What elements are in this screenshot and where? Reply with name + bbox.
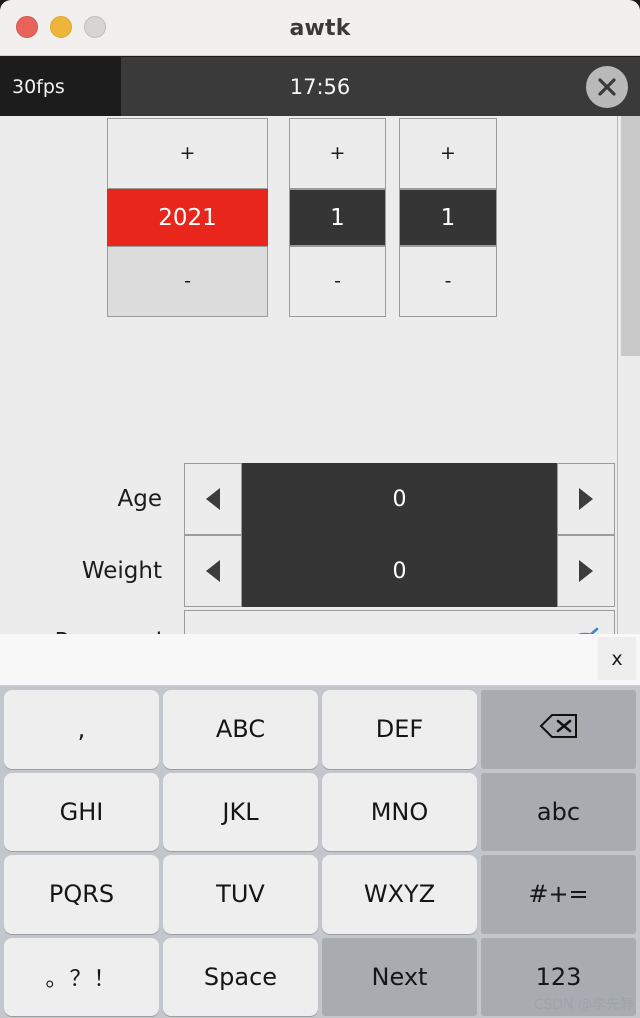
key-lowercase[interactable]: abc	[481, 772, 636, 851]
key-space[interactable]: Space	[163, 937, 318, 1016]
weight-spinbox: 0	[184, 535, 615, 607]
backspace-icon	[539, 712, 579, 746]
eye-off-icon[interactable]	[568, 625, 602, 634]
soft-keyboard: x , ABC DEF GHI JKL MNO abc PQRS TUV WXY…	[0, 634, 640, 1018]
key-punctuation[interactable]: 。？！	[4, 937, 159, 1016]
triangle-right-icon	[579, 488, 593, 510]
age-label: Age	[117, 486, 162, 512]
triangle-left-icon	[206, 488, 220, 510]
key-numbers[interactable]: 123	[481, 937, 636, 1016]
date-spinner-group: + 2021 - + 1 - + 1 -	[0, 116, 617, 317]
year-decrement-button[interactable]: -	[107, 246, 268, 317]
age-decrement-button[interactable]	[184, 463, 242, 535]
key-comma[interactable]: ,	[4, 690, 159, 769]
weight-row: Weight 0	[0, 535, 617, 607]
day-decrement-button[interactable]: -	[399, 246, 497, 317]
app-statusbar: 30fps 17:56	[0, 57, 640, 116]
page-scrollbar[interactable]	[617, 116, 640, 634]
key-pqrs[interactable]: PQRS	[4, 855, 159, 934]
keyboard-close-button[interactable]: x	[598, 637, 636, 680]
month-increment-button[interactable]: +	[289, 118, 386, 189]
password-row: Password	[0, 610, 617, 634]
triangle-left-icon	[206, 560, 220, 582]
key-def[interactable]: DEF	[322, 690, 477, 769]
day-increment-button[interactable]: +	[399, 118, 497, 189]
app-window: awtk 30fps 17:56 + 2021 - + 1 - + 1 - Ag…	[0, 0, 640, 1018]
keyboard-row: PQRS TUV WXYZ #+=	[4, 855, 636, 934]
keyboard-row: GHI JKL MNO abc	[4, 772, 636, 851]
day-spinner: + 1 -	[399, 118, 497, 317]
form-page: + 2021 - + 1 - + 1 - Age 0 Weight 0	[0, 116, 640, 634]
page-scrollbar-thumb[interactable]	[621, 116, 640, 356]
age-spinbox: 0	[184, 463, 615, 535]
key-jkl[interactable]: JKL	[163, 772, 318, 851]
weight-increment-button[interactable]	[557, 535, 615, 607]
weight-value[interactable]: 0	[242, 535, 557, 607]
key-next[interactable]: Next	[322, 937, 477, 1016]
keyboard-row: 。？！ Space Next 123	[4, 937, 636, 1016]
key-abc[interactable]: ABC	[163, 690, 318, 769]
month-value[interactable]: 1	[289, 189, 386, 246]
app-close-button[interactable]	[586, 66, 628, 108]
key-backspace[interactable]	[481, 690, 636, 769]
clock-label: 17:56	[289, 74, 351, 99]
candidate-bar: x	[0, 634, 640, 686]
weight-label: Weight	[81, 558, 162, 584]
keyboard-row: , ABC DEF	[4, 690, 636, 769]
month-decrement-button[interactable]: -	[289, 246, 386, 317]
weight-decrement-button[interactable]	[184, 535, 242, 607]
age-row: Age 0	[0, 463, 617, 535]
close-icon	[594, 74, 620, 100]
window-title: awtk	[289, 15, 351, 41]
keyboard-keys: , ABC DEF GHI JKL MNO abc PQRS TUV WXYZ …	[0, 686, 640, 1018]
key-tuv[interactable]: TUV	[163, 855, 318, 934]
key-wxyz[interactable]: WXYZ	[322, 855, 477, 934]
triangle-right-icon	[579, 560, 593, 582]
month-spinner: + 1 -	[289, 118, 386, 317]
year-spinner: + 2021 -	[107, 118, 268, 317]
key-mno[interactable]: MNO	[322, 772, 477, 851]
key-ghi[interactable]: GHI	[4, 772, 159, 851]
password-input[interactable]	[184, 610, 615, 634]
year-value[interactable]: 2021	[107, 189, 268, 246]
year-increment-button[interactable]: +	[107, 118, 268, 189]
age-value[interactable]: 0	[242, 463, 557, 535]
key-symbols[interactable]: #+=	[481, 855, 636, 934]
day-value[interactable]: 1	[399, 189, 497, 246]
age-increment-button[interactable]	[557, 463, 615, 535]
window-titlebar: awtk	[0, 0, 640, 56]
